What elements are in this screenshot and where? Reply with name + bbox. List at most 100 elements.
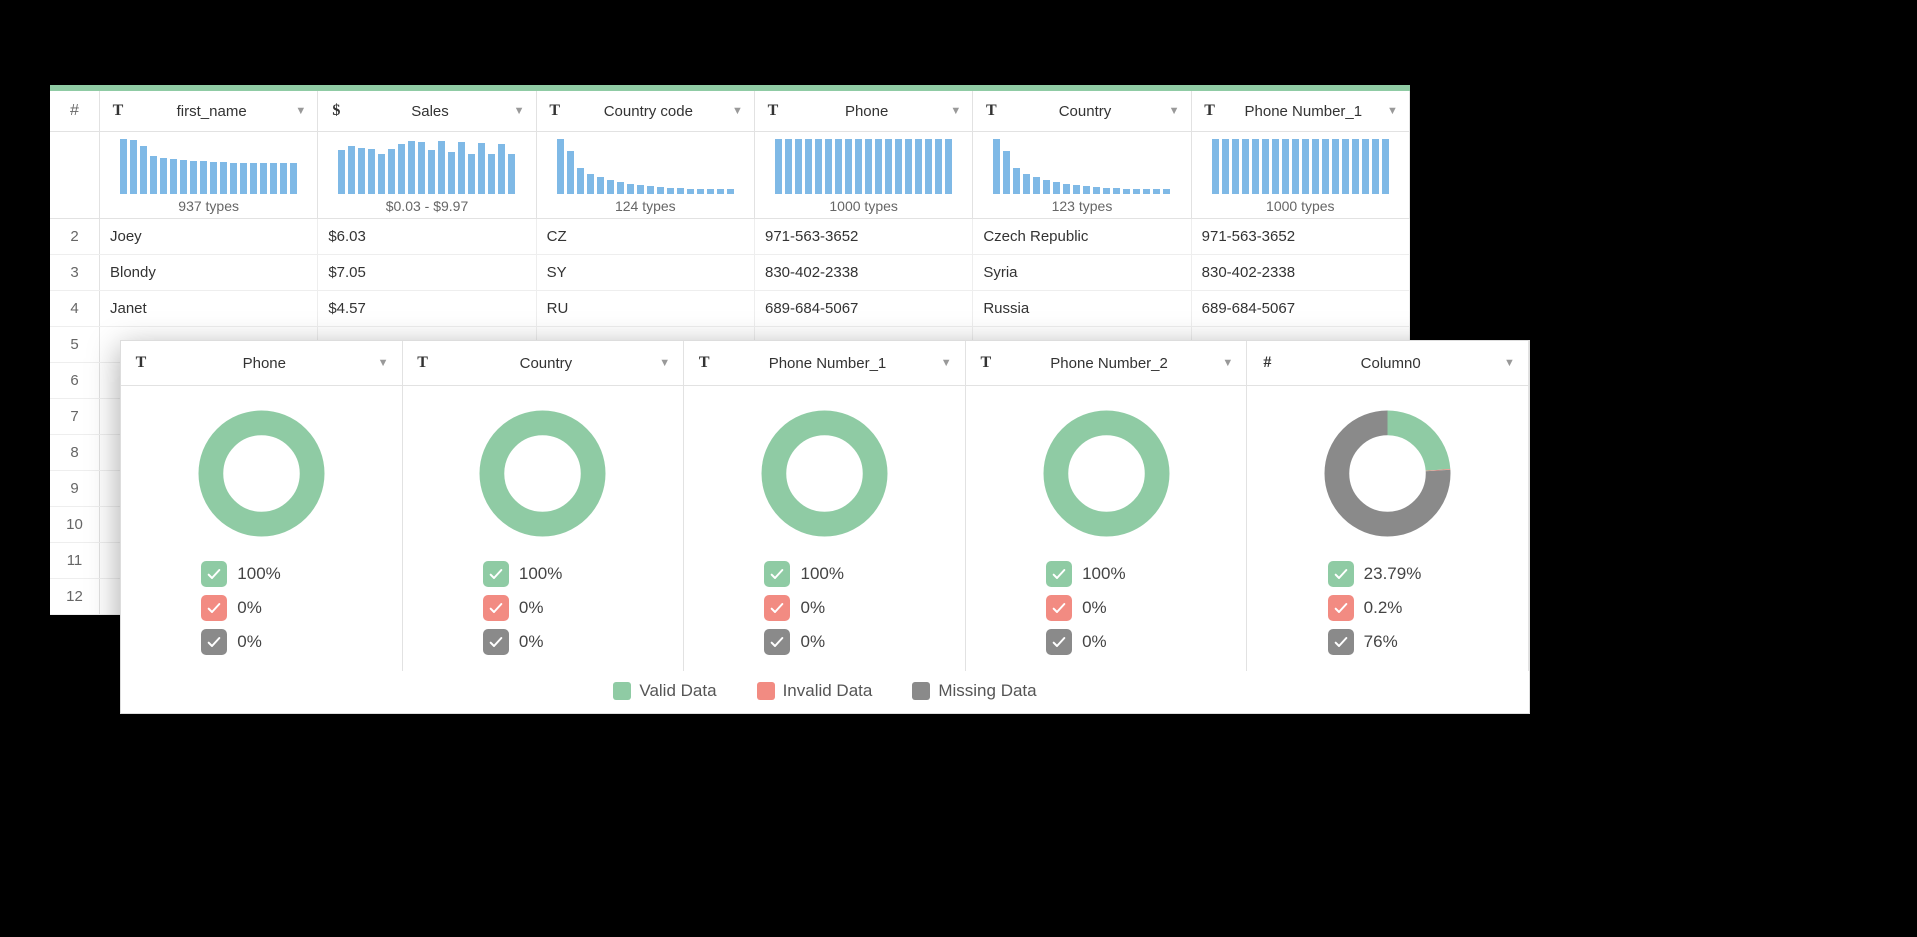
chevron-down-icon[interactable]: ▼ [659,357,673,369]
column-label: Phone Number_2 [996,355,1223,372]
legend-item-missing: Missing Data [912,681,1036,701]
stat-value: 0% [800,632,825,652]
legend-label-invalid: Invalid Data [783,681,873,701]
column-header[interactable]: TPhone▼ [755,91,973,131]
chevron-down-icon[interactable]: ▼ [1169,105,1183,117]
quality-column-header[interactable]: #Column0▼ [1247,341,1529,385]
chevron-down-icon[interactable]: ▼ [1504,357,1518,369]
row-number[interactable]: 5 [50,327,100,362]
chevron-down-icon[interactable]: ▼ [378,357,392,369]
table-cell[interactable]: Syria [973,255,1191,290]
stat-row-missing: 0% [764,629,884,655]
column-header[interactable]: TPhone Number_1▼ [1192,91,1410,131]
column-label: Country [433,355,660,372]
row-number[interactable]: 6 [50,363,100,398]
table-cell[interactable]: Czech Republic [973,219,1191,254]
table-cell[interactable]: SY [537,255,755,290]
histogram-cell[interactable]: 1000 types [1192,132,1410,218]
column-header[interactable]: Tfirst_name▼ [100,91,318,131]
column-label: Column0 [1277,355,1504,372]
chevron-down-icon[interactable]: ▼ [950,105,964,117]
check-icon [201,629,227,655]
table-cell[interactable]: 689-684-5067 [1192,291,1410,326]
type-icon: T [976,354,996,372]
donut-chart[interactable] [475,406,610,541]
row-number[interactable]: 2 [50,219,100,254]
check-icon [483,561,509,587]
chevron-down-icon[interactable]: ▼ [295,105,309,117]
table-row[interactable]: 2Joey$6.03CZ971-563-3652Czech Republic97… [50,219,1410,255]
stat-value: 0% [800,598,825,618]
donut-chart[interactable] [1039,406,1174,541]
histogram-cell[interactable]: 124 types [537,132,755,218]
histogram-cell[interactable]: $0.03 - $9.97 [318,132,536,218]
row-number[interactable]: 7 [50,399,100,434]
chevron-down-icon[interactable]: ▼ [732,105,746,117]
table-cell[interactable]: $6.03 [318,219,536,254]
table-row[interactable]: 3Blondy$7.05SY830-402-2338Syria830-402-2… [50,255,1410,291]
quality-column-header[interactable]: TCountry▼ [403,341,685,385]
table-cell[interactable]: RU [537,291,755,326]
histogram-cell[interactable]: 123 types [973,132,1191,218]
histogram-cell[interactable]: 937 types [100,132,318,218]
histogram-chart [110,138,307,194]
table-cell[interactable]: Russia [973,291,1191,326]
table-cell[interactable]: 971-563-3652 [755,219,973,254]
grid-histogram-row: 937 types$0.03 - $9.97124 types 1000 type… [50,132,1410,219]
table-cell[interactable]: CZ [537,219,755,254]
chevron-down-icon[interactable]: ▼ [941,357,955,369]
check-icon [1046,595,1072,621]
row-number[interactable]: 3 [50,255,100,290]
column-header[interactable]: TCountry code▼ [537,91,755,131]
stat-value: 0% [237,598,262,618]
row-number[interactable]: 8 [50,435,100,470]
row-number[interactable]: 9 [50,471,100,506]
stat-value: 0% [519,598,544,618]
legend-label-valid: Valid Data [639,681,716,701]
type-icon: # [1257,354,1277,372]
row-number[interactable]: 4 [50,291,100,326]
quality-column-header[interactable]: TPhone Number_2▼ [966,341,1248,385]
type-icon: T [131,354,151,372]
quality-column-header[interactable]: TPhone Number_1▼ [684,341,966,385]
quality-column-header[interactable]: TPhone▼ [121,341,403,385]
histogram-summary: 1000 types [765,198,962,214]
type-icon: T [108,102,128,120]
table-cell[interactable]: 971-563-3652 [1192,219,1410,254]
column-label: first_name [128,103,295,120]
table-cell[interactable]: 830-402-2338 [1192,255,1410,290]
table-cell[interactable]: 689-684-5067 [755,291,973,326]
donut-chart[interactable] [1320,406,1455,541]
check-icon [764,629,790,655]
stat-row-invalid: 0% [764,595,884,621]
histogram-cell[interactable]: 1000 types [755,132,973,218]
type-icon: T [763,102,783,120]
quality-cell: 100%0%0% [121,386,403,671]
donut-chart[interactable] [194,406,329,541]
column-header[interactable]: TCountry▼ [973,91,1191,131]
table-cell[interactable]: Joey [100,219,318,254]
chevron-down-icon[interactable]: ▼ [1222,357,1236,369]
column-header[interactable]: $Sales▼ [318,91,536,131]
table-cell[interactable]: 830-402-2338 [755,255,973,290]
quality-cell: 100%0%0% [966,386,1248,671]
chevron-down-icon[interactable]: ▼ [514,105,528,117]
table-cell[interactable]: $4.57 [318,291,536,326]
row-number[interactable]: 11 [50,543,100,578]
column-label: Phone [151,355,378,372]
table-cell[interactable]: Janet [100,291,318,326]
rownum-header[interactable]: # [50,91,100,131]
column-label: Phone [783,103,950,120]
row-number[interactable]: 10 [50,507,100,542]
row-number[interactable]: 12 [50,579,100,614]
table-cell[interactable]: $7.05 [318,255,536,290]
legend-swatch-invalid [757,682,775,700]
grid-header-row: # Tfirst_name▼$Sales▼TCountry code▼TPhon… [50,91,1410,132]
table-cell[interactable]: Blondy [100,255,318,290]
quality-body-row: 100%0%0%100%0%0%100%0%0%100%0%0%23.79%0.… [121,386,1529,671]
donut-chart[interactable] [757,406,892,541]
stat-row-missing: 76% [1328,629,1448,655]
chevron-down-icon[interactable]: ▼ [1387,105,1401,117]
legend-swatch-missing [912,682,930,700]
table-row[interactable]: 4Janet$4.57RU689-684-5067Russia689-684-5… [50,291,1410,327]
